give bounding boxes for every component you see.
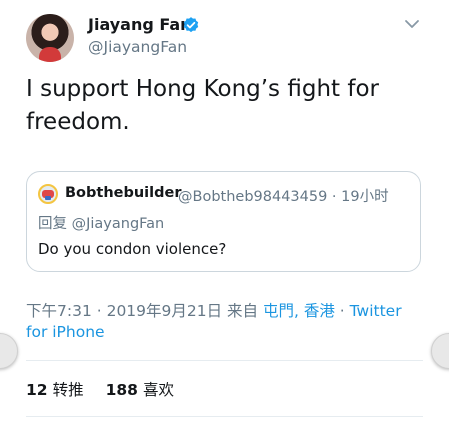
author-handle[interactable]: @JiayangFan (88, 38, 187, 56)
retweets-stat[interactable]: 12 转推 (26, 381, 84, 399)
quoted-reply-to: 回复 @JiayangFan (38, 216, 165, 232)
tweet-card: Jiayang Fan @JiayangFan I support Hong K… (0, 0, 449, 426)
likes-label: 喜欢 (142, 381, 174, 399)
meta-separator: · (334, 302, 350, 320)
quoted-handle-time: @Bobtheb98443459 · 19小时 (178, 189, 389, 205)
retweets-count: 12 (26, 381, 48, 399)
quoted-author-name: Bobthebuilder (65, 185, 182, 201)
author-display-name[interactable]: Jiayang Fan (88, 15, 192, 34)
quoted-tweet[interactable]: Bobthebuilder @Bobtheb98443459 · 19小时 回复… (26, 171, 421, 272)
scroll-right-button[interactable] (431, 333, 449, 369)
likes-stat[interactable]: 188 喜欢 (106, 381, 174, 399)
quoted-text: Do you condon violence? (38, 240, 227, 258)
tweet-location-link[interactable]: 屯門, 香港 (263, 302, 335, 320)
tweet-text: I support Hong Kong’s fight for freedom. (26, 76, 379, 135)
scroll-left-button[interactable] (0, 333, 18, 369)
verified-badge-icon (183, 17, 199, 33)
retweets-label: 转推 (52, 381, 84, 399)
quoted-author-avatar (38, 184, 58, 204)
tweet-stats: 12 转推 188 喜欢 (26, 378, 174, 400)
tweet-timestamp[interactable]: 下午7:31 · 2019年9月21日 来自 (26, 302, 263, 320)
divider-top (26, 360, 423, 361)
tweet-meta: 下午7:31 · 2019年9月21日 来自 屯門, 香港 · Twitter … (26, 301, 426, 343)
chevron-down-icon[interactable] (404, 18, 420, 30)
author-avatar[interactable] (26, 14, 74, 62)
likes-count: 188 (105, 381, 138, 399)
divider-bottom (26, 416, 423, 417)
